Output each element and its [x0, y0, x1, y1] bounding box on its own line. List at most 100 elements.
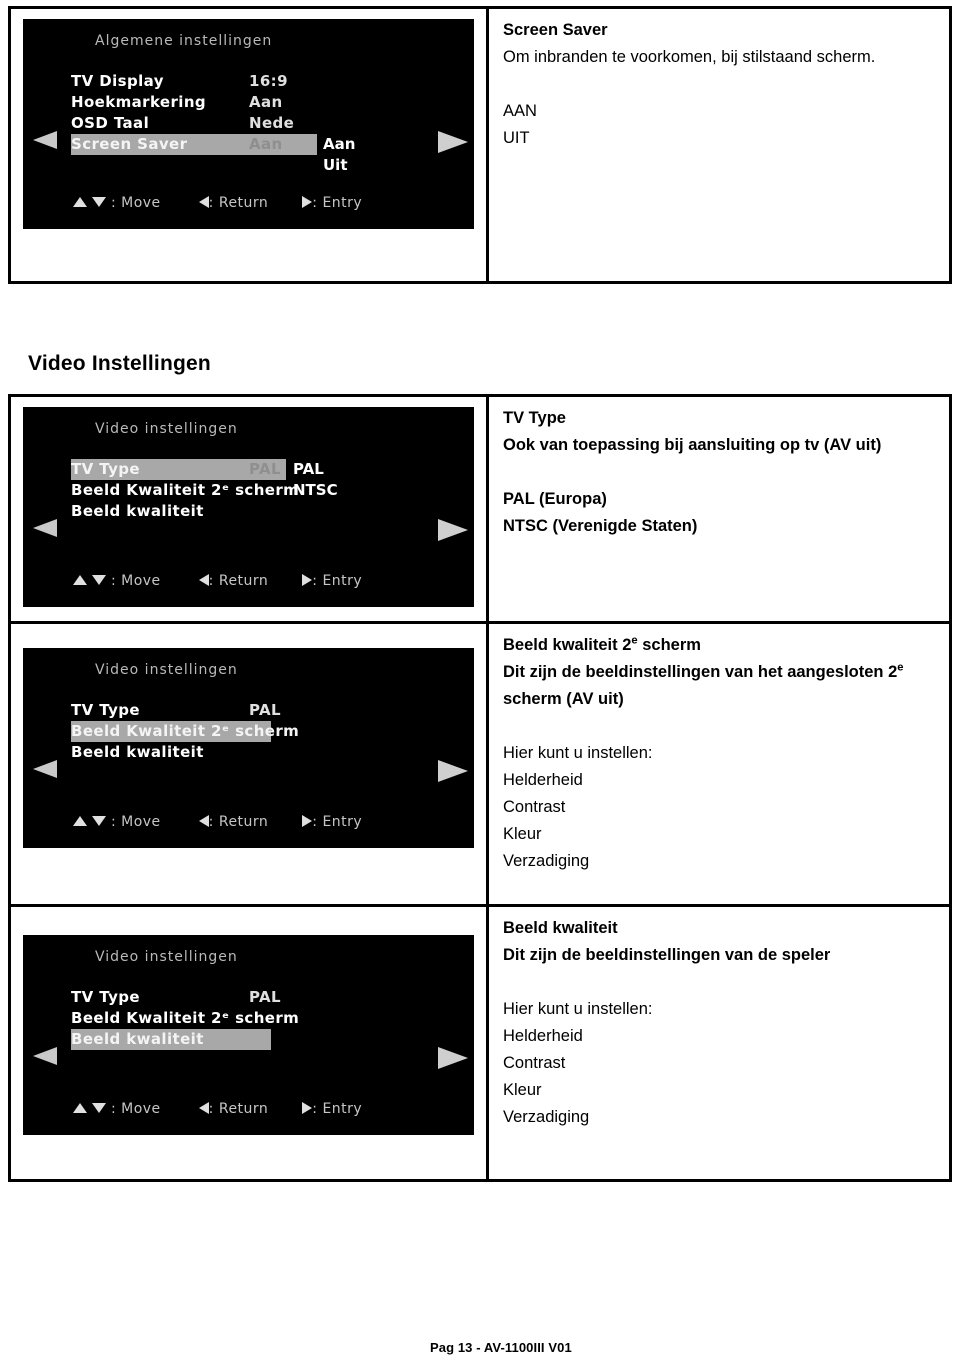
- osd-menu-item-beeld-kwaliteit-2e-scherm[interactable]: Beeld Kwaliteit 2ᵉ scherm: [71, 1008, 451, 1029]
- desc-setting-contrast: Contrast: [503, 798, 566, 816]
- desc-intro: Hier kunt u instellen:: [503, 744, 653, 762]
- desc-setting-contrast: Contrast: [503, 1054, 566, 1072]
- description-cell-screen-saver: Screen Saver Om inbranden te voorkomen, …: [489, 9, 949, 281]
- hint-move: : Move: [73, 814, 161, 830]
- osd-panel-general-settings: Algemene instellingen TV Display 16:9 Ho…: [23, 19, 474, 229]
- arrow-down-icon: [92, 575, 106, 585]
- osd-hint-bar: : Move : Return : Entry: [73, 814, 362, 830]
- osd-item-value: PAL: [249, 988, 281, 1006]
- desc-option-ntsc: NTSC (Verenigde Staten): [503, 517, 698, 535]
- hint-entry-label: : Entry: [312, 573, 363, 589]
- hint-entry-label: : Entry: [312, 814, 363, 830]
- osd-menu-item-beeld-kwaliteit[interactable]: Beeld kwaliteit: [71, 501, 451, 522]
- osd-item-value: Aan: [249, 93, 283, 111]
- hint-move-label: : Move: [110, 573, 161, 589]
- osd-item-label: OSD Taal: [71, 114, 150, 132]
- hint-return: : Return: [198, 1101, 269, 1117]
- hint-move: : Move: [73, 195, 161, 211]
- arrow-right-icon: [302, 815, 313, 827]
- osd-hint-bar: : Move : Return : Entry: [73, 573, 362, 589]
- nav-left-arrow-icon[interactable]: [33, 131, 57, 149]
- osd-item-label: Beeld Kwaliteit 2ᵉ scherm: [71, 722, 300, 740]
- osd-menu-list: TV Type PAL Beeld Kwaliteit 2ᵉ scherm Be…: [71, 700, 451, 763]
- osd-menu-item-beeld-kwaliteit-selected[interactable]: Beeld kwaliteit: [71, 1029, 271, 1050]
- osd-item-label: TV Type: [71, 460, 141, 478]
- osd-menu-item-tv-type[interactable]: TV Type PAL: [71, 987, 451, 1008]
- osd-screenshot-cell-beeld-kwaliteit-2e: Video instellingen TV Type PAL Beeld Kwa…: [11, 624, 489, 904]
- nav-left-arrow-icon[interactable]: [33, 1047, 57, 1065]
- nav-left-arrow-icon[interactable]: [33, 760, 57, 778]
- desc-title-part1: Beeld kwaliteit 2: [503, 636, 632, 654]
- osd-submenu-option-ntsc[interactable]: NTSC: [293, 480, 338, 501]
- desc-option-uit: UIT: [503, 129, 530, 147]
- hint-return-label: : Return: [208, 573, 269, 589]
- desc-body-beeld-kwaliteit: Dit zijn de beeldinstellingen van de spe…: [503, 946, 831, 964]
- osd-item-label: Beeld kwaliteit: [71, 743, 204, 761]
- description-cell-beeld-kwaliteit: Beeld kwaliteit Dit zijn de beeldinstell…: [489, 907, 949, 1179]
- osd-item-label: Beeld kwaliteit: [71, 1030, 204, 1048]
- osd-title: Video instellingen: [95, 421, 238, 437]
- osd-item-value: Nede: [249, 114, 295, 132]
- hint-return-label: : Return: [208, 814, 269, 830]
- nav-right-arrow-icon[interactable]: [438, 760, 468, 782]
- nav-right-arrow-icon[interactable]: [438, 519, 468, 541]
- hint-move-label: : Move: [110, 195, 161, 211]
- arrow-left-icon: [198, 815, 209, 827]
- osd-submenu-option-uit[interactable]: Uit: [323, 155, 355, 176]
- nav-right-arrow-icon[interactable]: [438, 131, 468, 153]
- osd-panel-video-beeld-kwaliteit-2e: Video instellingen TV Type PAL Beeld Kwa…: [23, 648, 474, 848]
- hint-entry: : Entry: [302, 195, 362, 211]
- arrow-left-icon: [198, 574, 209, 586]
- arrow-up-icon: [73, 575, 87, 585]
- osd-menu-item-beeld-kwaliteit[interactable]: Beeld kwaliteit: [71, 742, 451, 763]
- osd-title: Video instellingen: [95, 949, 238, 965]
- arrow-down-icon: [92, 197, 106, 207]
- osd-title: Algemene instellingen: [95, 33, 273, 49]
- osd-item-value: PAL: [249, 460, 281, 478]
- osd-menu-item-screen-saver-selected[interactable]: Screen Saver Aan: [71, 134, 317, 155]
- arrow-up-icon: [73, 816, 87, 826]
- hint-entry-label: : Entry: [312, 1101, 363, 1117]
- osd-submenu-option-pal[interactable]: PAL: [293, 459, 338, 480]
- osd-item-value: PAL: [249, 701, 281, 719]
- osd-menu-item-hoekmarkering[interactable]: Hoekmarkering Aan: [71, 92, 451, 113]
- osd-menu-item-osd-taal[interactable]: OSD Taal Nede: [71, 113, 451, 134]
- hint-return: : Return: [198, 573, 269, 589]
- osd-item-label: Beeld kwaliteit: [71, 502, 204, 520]
- osd-submenu-option-aan[interactable]: Aan: [323, 134, 355, 155]
- osd-submenu-screen-saver: Aan Uit: [323, 134, 355, 176]
- hint-move-label: : Move: [110, 1101, 161, 1117]
- osd-menu-list: TV Type PAL Beeld Kwaliteit 2ᵉ scherm Be…: [71, 459, 451, 522]
- nav-left-arrow-icon[interactable]: [33, 519, 57, 537]
- desc-title-beeld-kwaliteit-2e: Beeld kwaliteit 2e scherm: [503, 632, 939, 659]
- nav-right-arrow-icon[interactable]: [438, 1047, 468, 1069]
- arrow-left-icon: [198, 1102, 209, 1114]
- osd-hint-bar: : Move : Return : Entry: [73, 195, 362, 211]
- osd-menu-item-tv-type-selected[interactable]: TV Type PAL: [71, 459, 286, 480]
- desc-body-tv-type: Ook van toepassing bij aansluiting op tv…: [503, 436, 882, 454]
- osd-item-label: Beeld Kwaliteit 2ᵉ scherm: [71, 481, 300, 499]
- hint-return-label: : Return: [208, 1101, 269, 1117]
- desc-title-part2: scherm: [637, 636, 701, 654]
- osd-menu-item-tv-display[interactable]: TV Display 16:9: [71, 71, 451, 92]
- hint-move: : Move: [73, 573, 161, 589]
- osd-menu-item-beeld-kwaliteit-2e-scherm-selected[interactable]: Beeld Kwaliteit 2ᵉ scherm: [71, 721, 299, 742]
- hint-entry: : Entry: [302, 573, 362, 589]
- osd-screenshot-cell-screen-saver: Algemene instellingen TV Display 16:9 Ho…: [11, 9, 489, 281]
- osd-menu-item-tv-type[interactable]: TV Type PAL: [71, 700, 451, 721]
- table-row: Algemene instellingen TV Display 16:9 Ho…: [11, 9, 949, 281]
- osd-menu-list: TV Display 16:9 Hoekmarkering Aan OSD Ta…: [71, 71, 451, 155]
- desc-setting-helderheid: Helderheid: [503, 1027, 583, 1045]
- osd-screenshot-cell-tv-type: Video instellingen TV Type PAL Beeld Kwa…: [11, 397, 489, 621]
- osd-menu-item-beeld-kwaliteit-2e-scherm[interactable]: Beeld Kwaliteit 2ᵉ scherm: [71, 480, 451, 501]
- arrow-right-icon: [302, 196, 313, 208]
- desc-title-screen-saver: Screen Saver: [503, 21, 608, 39]
- desc-body-beeld-kwaliteit-2e: Dit zijn de beeldinstellingen van het aa…: [503, 659, 939, 713]
- osd-item-label: Beeld Kwaliteit 2ᵉ scherm: [71, 1009, 300, 1027]
- description-cell-beeld-kwaliteit-2e: Beeld kwaliteit 2e scherm Dit zijn de be…: [489, 624, 949, 904]
- desc-setting-kleur: Kleur: [503, 1081, 542, 1099]
- page-footer: Pag 13 - AV-1100III V01: [430, 1340, 572, 1355]
